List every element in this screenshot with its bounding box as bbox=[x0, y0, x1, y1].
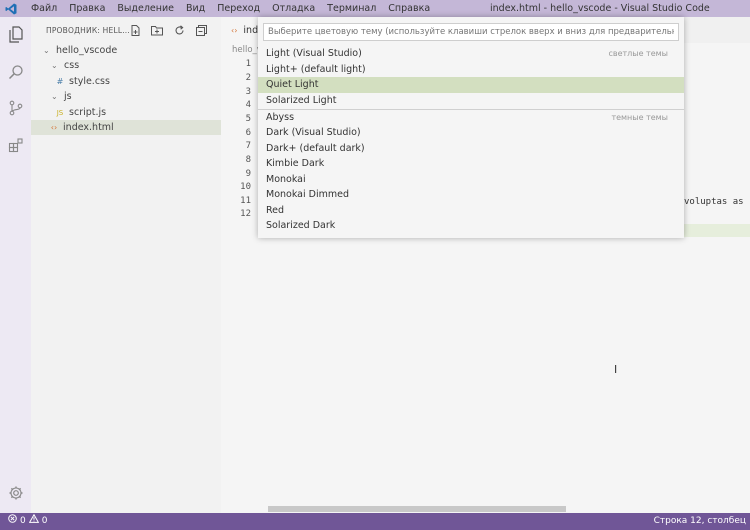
error-count: 0 bbox=[20, 516, 26, 526]
problems-indicator[interactable]: 0 0 bbox=[8, 513, 47, 530]
color-theme-picker: Light (Visual Studio) светлые темы Light… bbox=[258, 17, 684, 238]
tree-folder-css[interactable]: ⌄ css bbox=[31, 58, 221, 73]
light-themes-group-label: светлые темы bbox=[608, 49, 668, 58]
tree-item-label: index.html bbox=[63, 122, 114, 133]
js-icon: JS bbox=[56, 109, 64, 117]
chevron-down-icon: ⌄ bbox=[43, 46, 50, 55]
line-number: 9 bbox=[245, 169, 251, 179]
theme-option-label: Abyss bbox=[266, 112, 295, 123]
theme-option-label: Red bbox=[266, 205, 285, 216]
current-line-highlight bbox=[684, 224, 750, 237]
new-file-icon[interactable] bbox=[129, 24, 141, 36]
tree-item-label: script.js bbox=[69, 107, 107, 118]
theme-option[interactable]: Monokai Dimmed bbox=[258, 187, 684, 203]
tree-item-label: css bbox=[64, 60, 80, 71]
line-number: 3 bbox=[245, 87, 251, 97]
search-icon[interactable] bbox=[6, 62, 25, 81]
theme-option[interactable]: Light (Visual Studio) светлые темы bbox=[258, 46, 684, 62]
theme-option[interactable]: Solarized Light bbox=[258, 93, 684, 109]
line-number: 5 bbox=[245, 114, 251, 124]
theme-option[interactable]: Abyss темные темы bbox=[258, 110, 684, 126]
theme-option[interactable]: Kimbie Dark bbox=[258, 156, 684, 172]
tree-file-index-html[interactable]: ‹› index.html bbox=[31, 120, 221, 135]
menu-view[interactable]: Вид bbox=[180, 0, 211, 17]
chevron-down-icon: ⌄ bbox=[51, 61, 58, 70]
tree-item-label: js bbox=[64, 91, 72, 102]
theme-option-label: Monokai Dimmed bbox=[266, 189, 349, 200]
warning-count: 0 bbox=[41, 516, 48, 526]
tree-item-label: hello_vscode bbox=[56, 45, 118, 56]
horizontal-scrollbar[interactable] bbox=[268, 506, 566, 512]
gear-icon[interactable] bbox=[6, 483, 25, 502]
line-number: 10 bbox=[240, 182, 251, 192]
vscode-logo-icon bbox=[3, 0, 19, 17]
theme-option-label: Light (Visual Studio) bbox=[266, 48, 362, 59]
theme-option-label: Quiet Light bbox=[266, 79, 319, 90]
line-number: 11 bbox=[240, 196, 251, 206]
theme-search-input[interactable] bbox=[263, 23, 679, 41]
menu-go[interactable]: Переход bbox=[211, 0, 266, 17]
theme-option[interactable]: Red bbox=[258, 203, 684, 219]
title-bar: Файл Правка Выделение Вид Переход Отладк… bbox=[0, 0, 750, 17]
theme-option-label: Light+ (default light) bbox=[266, 64, 366, 75]
line-number: 8 bbox=[245, 155, 251, 165]
explorer-sidebar: ПРОВОДНИК: HELL... ⌄ hello_vscode ⌄ css … bbox=[31, 17, 221, 513]
line-number: 12 bbox=[240, 209, 251, 219]
html-icon: ‹› bbox=[50, 123, 58, 132]
code-text[interactable]: voluptas as bbox=[684, 197, 744, 207]
menu-debug[interactable]: Отладка bbox=[266, 0, 321, 17]
theme-option-label: Kimbie Dark bbox=[266, 158, 325, 169]
theme-option[interactable]: Dark (Visual Studio) bbox=[258, 125, 684, 141]
theme-option[interactable]: Light+ (default light) bbox=[258, 62, 684, 78]
html-icon: ‹› bbox=[231, 25, 238, 35]
theme-option[interactable]: Dark+ (default dark) bbox=[258, 141, 684, 157]
tree-folder-js[interactable]: ⌄ js bbox=[31, 89, 221, 104]
explorer-actions bbox=[129, 24, 207, 36]
line-number: 7 bbox=[245, 141, 251, 151]
error-icon bbox=[8, 513, 17, 530]
line-number: 4 bbox=[245, 100, 251, 110]
tree-file-script-js[interactable]: JS script.js bbox=[31, 105, 221, 120]
theme-option-active[interactable]: Quiet Light bbox=[258, 77, 684, 93]
explorer-header: ПРОВОДНИК: HELL... bbox=[31, 17, 221, 43]
theme-option-label: Solarized Dark bbox=[266, 220, 336, 231]
window-title: index.html - hello_vscode - Visual Studi… bbox=[490, 3, 710, 14]
status-bar: 0 0 Строка 12, столбец bbox=[0, 513, 750, 530]
theme-option-label: Monokai bbox=[266, 174, 306, 185]
cursor-position[interactable]: Строка 12, столбец bbox=[654, 513, 746, 530]
menu-selection[interactable]: Выделение bbox=[111, 0, 180, 17]
theme-option[interactable]: Monokai bbox=[258, 172, 684, 188]
menu-terminal[interactable]: Терминал bbox=[321, 0, 382, 17]
hash-icon: # bbox=[56, 77, 64, 86]
new-folder-icon[interactable] bbox=[151, 24, 163, 36]
tree-item-label: style.css bbox=[69, 76, 110, 87]
theme-option-label: Dark (Visual Studio) bbox=[266, 127, 361, 138]
line-number: 1 bbox=[245, 59, 251, 69]
theme-option[interactable]: Solarized Dark bbox=[258, 218, 684, 234]
dark-themes-group-label: темные темы bbox=[611, 113, 668, 122]
tree-folder-hello-vscode[interactable]: ⌄ hello_vscode bbox=[31, 43, 221, 58]
line-number: 2 bbox=[245, 73, 251, 83]
refresh-icon[interactable] bbox=[173, 24, 185, 36]
menu-bar: Файл Правка Выделение Вид Переход Отладк… bbox=[25, 0, 436, 17]
warning-icon bbox=[28, 513, 39, 530]
theme-option-label: Dark+ (default dark) bbox=[266, 143, 365, 154]
tree-file-style-css[interactable]: # style.css bbox=[31, 74, 221, 89]
collapse-all-icon[interactable] bbox=[195, 24, 207, 36]
activity-bar bbox=[0, 17, 31, 513]
line-number: 6 bbox=[245, 128, 251, 138]
menu-edit[interactable]: Правка bbox=[63, 0, 111, 17]
mouse-cursor-icon: I bbox=[614, 363, 618, 376]
explorer-title: ПРОВОДНИК: HELL... bbox=[46, 25, 130, 35]
menu-file[interactable]: Файл bbox=[25, 0, 63, 17]
theme-option-label: Solarized Light bbox=[266, 95, 337, 106]
files-icon[interactable] bbox=[6, 25, 25, 44]
source-control-icon[interactable] bbox=[6, 98, 25, 117]
menu-help[interactable]: Справка bbox=[382, 0, 436, 17]
extensions-icon[interactable] bbox=[6, 135, 25, 154]
chevron-down-icon: ⌄ bbox=[51, 92, 58, 101]
